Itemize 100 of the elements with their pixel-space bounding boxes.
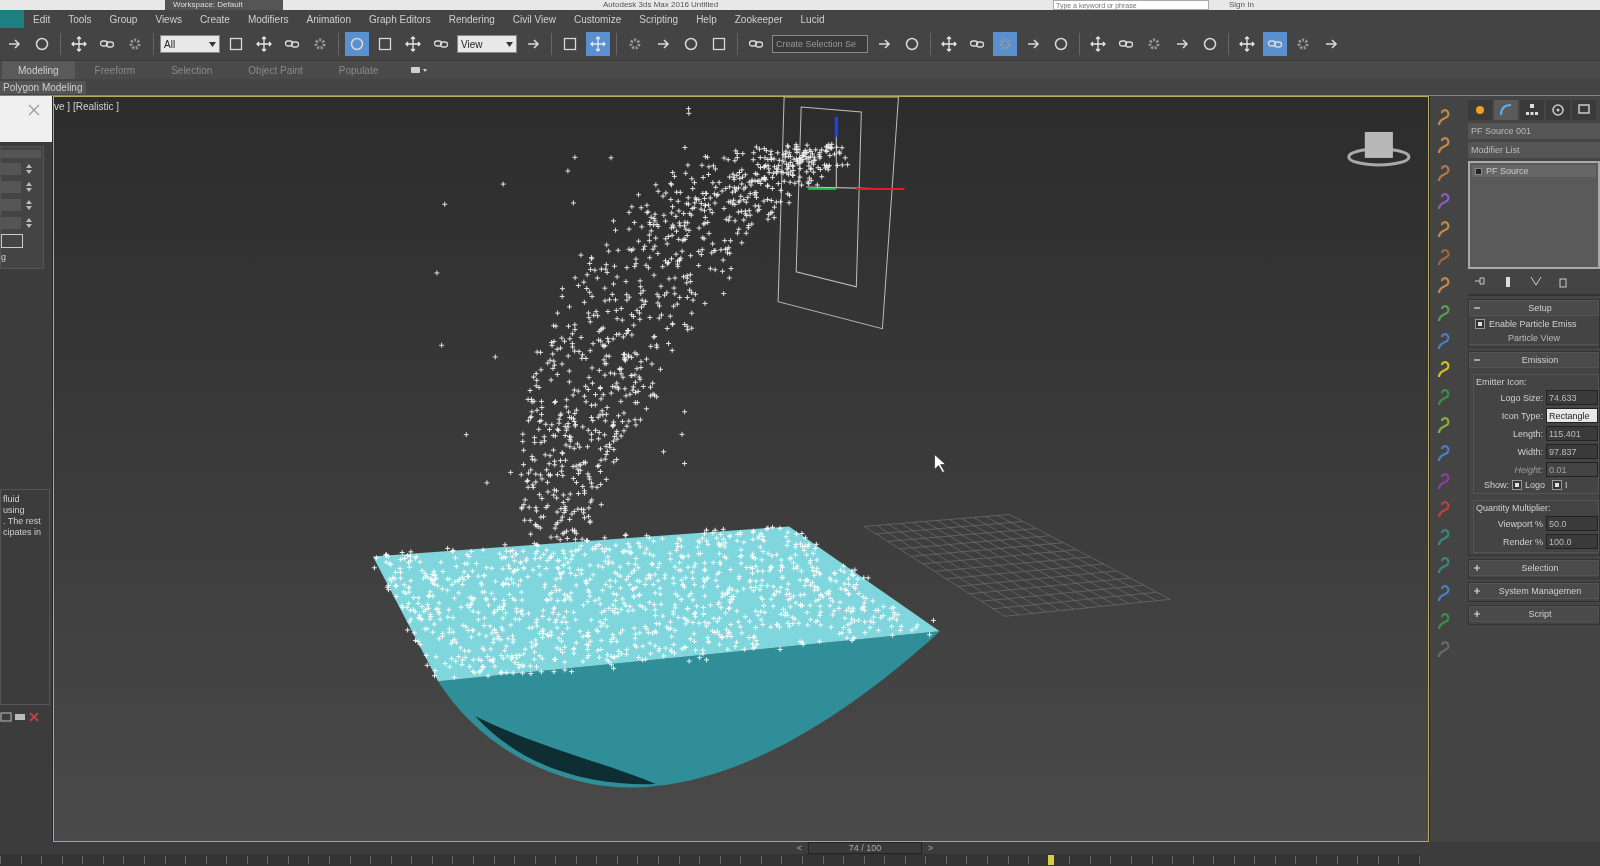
monitor-icon bbox=[1578, 104, 1590, 116]
next-frame-button[interactable]: > bbox=[924, 842, 938, 854]
description-line: using bbox=[3, 505, 26, 516]
move-arrows-icon bbox=[590, 36, 606, 52]
menu-item[interactable]: Views bbox=[146, 13, 191, 25]
move-arrows-icon bbox=[71, 36, 87, 52]
group-title: Quantity Multiplier: bbox=[1476, 503, 1552, 513]
spinner-arrows-icon[interactable] bbox=[25, 216, 33, 230]
rollout-title: Selection bbox=[1520, 563, 1560, 573]
toolbar-dropdown[interactable]: View bbox=[457, 35, 517, 53]
menu-item[interactable]: Edit bbox=[24, 13, 60, 25]
enable-checkbox[interactable]: Enable Particle Emiss bbox=[1469, 319, 1599, 329]
caret-icon bbox=[209, 41, 216, 47]
particle-view-button[interactable]: Particle View bbox=[1469, 332, 1599, 345]
field-label: Icon Type: bbox=[1501, 410, 1543, 421]
circle-icon bbox=[683, 36, 699, 52]
square-icon bbox=[562, 36, 578, 52]
close-icon[interactable] bbox=[28, 104, 40, 116]
circle-icon bbox=[1053, 36, 1069, 52]
move-arrows-icon bbox=[941, 36, 957, 52]
hierarchy-icon bbox=[1526, 104, 1538, 116]
rollout-header[interactable]: Script bbox=[1469, 606, 1599, 622]
rollout-header[interactable]: Setup bbox=[1469, 300, 1599, 316]
field-label: Show: bbox=[1484, 480, 1509, 490]
command-panel-tab[interactable] bbox=[1520, 100, 1544, 120]
menu-item[interactable]: Graph Editors bbox=[359, 13, 440, 25]
ribbon-panel-label[interactable]: Polygon Modeling bbox=[0, 80, 86, 94]
modifier-list-dropdown[interactable]: Modifier List bbox=[1468, 142, 1600, 158]
menu-item[interactable]: Zookeeper bbox=[725, 13, 792, 25]
square-icon bbox=[377, 36, 393, 52]
move-arrows-icon bbox=[405, 36, 421, 52]
menu-item[interactable]: Help bbox=[687, 13, 726, 25]
menu-item[interactable]: Civil View bbox=[503, 13, 565, 25]
ribbon-tab[interactable]: Modeling bbox=[2, 61, 75, 79]
previous-frame-button[interactable]: < bbox=[792, 842, 806, 854]
menu-item[interactable]: Modifiers bbox=[238, 13, 298, 25]
icon-type-dropdown[interactable]: Rectangle bbox=[1546, 408, 1598, 423]
curve-icon bbox=[1500, 104, 1512, 116]
menu-item[interactable]: Tools bbox=[59, 13, 101, 25]
text-field[interactable] bbox=[1, 234, 23, 248]
timeline-track[interactable] bbox=[0, 854, 1420, 866]
spinner-arrows-icon[interactable] bbox=[25, 162, 33, 176]
menu-item[interactable]: Customize bbox=[565, 13, 631, 25]
ribbon-options-icon[interactable] bbox=[410, 65, 429, 75]
spinner-field[interactable]: 115.401 bbox=[1546, 426, 1598, 441]
spinner-field[interactable]: 100.0 bbox=[1546, 534, 1598, 549]
rollout-title: System Managemen bbox=[1497, 586, 1583, 596]
checkbox-label: Enable Particle Emiss bbox=[1489, 319, 1577, 329]
checkbox[interactable] bbox=[1512, 480, 1522, 490]
view-cube-icon[interactable] bbox=[1347, 131, 1411, 167]
menu-item[interactable]: Scripting bbox=[630, 13, 688, 25]
disc-icon bbox=[1552, 104, 1564, 116]
description-line: cipates in bbox=[3, 527, 43, 538]
command-panel-tab[interactable] bbox=[1546, 100, 1570, 120]
caret-icon bbox=[506, 41, 513, 47]
spinner-arrows-icon[interactable] bbox=[25, 198, 33, 212]
spinner-field[interactable]: 97.837 bbox=[1546, 444, 1598, 459]
window-icon[interactable] bbox=[0, 711, 12, 723]
square-icon bbox=[228, 36, 244, 52]
field-label: Length: bbox=[1512, 428, 1543, 439]
menu-item[interactable]: Group bbox=[100, 13, 147, 25]
window-title: Autodesk 3ds Max 2016 Untitled bbox=[603, 0, 720, 10]
rollout-header[interactable]: System Managemen bbox=[1469, 583, 1599, 599]
menu-item[interactable]: Rendering bbox=[439, 13, 504, 25]
spinner-arrows-icon[interactable] bbox=[25, 180, 33, 194]
toolbar-dropdown[interactable]: All bbox=[160, 35, 220, 53]
menu-item[interactable]: Create bbox=[190, 13, 239, 25]
checkbox[interactable] bbox=[1552, 480, 1563, 490]
move-arrows-icon bbox=[256, 36, 272, 52]
selection-set-field[interactable]: Create Selection Se bbox=[772, 35, 868, 53]
rollout-title: Script bbox=[1527, 609, 1553, 619]
object-name-field[interactable]: PF Source 001 bbox=[1468, 123, 1600, 139]
command-panel-tab[interactable] bbox=[1468, 100, 1492, 120]
checkbox[interactable] bbox=[1475, 319, 1485, 329]
rollout-header[interactable]: Selection bbox=[1469, 560, 1599, 576]
spinner-field[interactable]: 74.633 bbox=[1546, 390, 1598, 405]
group-title: Emitter Icon: bbox=[1476, 377, 1528, 387]
field-label: Render % bbox=[1502, 536, 1543, 547]
time-slider-thumb[interactable] bbox=[1047, 855, 1054, 865]
checkbox-label: I bbox=[1565, 480, 1568, 490]
viewport-label[interactable]: ve ] [Realistic ] bbox=[54, 101, 120, 112]
frame-counter[interactable]: 74 / 100 bbox=[808, 842, 922, 854]
move-arrows-icon bbox=[1239, 36, 1255, 52]
sun-icon bbox=[1474, 104, 1486, 116]
checkbox-label: Logo bbox=[1525, 480, 1546, 490]
command-panel-tab[interactable] bbox=[1572, 100, 1596, 120]
sign-in-link[interactable]: Sign In bbox=[1229, 0, 1254, 10]
window-icon[interactable] bbox=[14, 711, 26, 723]
menu-item[interactable]: Animation bbox=[297, 13, 360, 25]
workspace-dropdown[interactable]: Workspace: Default bbox=[165, 0, 283, 10]
viewport[interactable]: ve ] [Realistic ] bbox=[53, 96, 1429, 842]
description-line: . The rest bbox=[3, 516, 42, 527]
field-label: Logo Size: bbox=[1500, 392, 1543, 403]
spinner-field[interactable]: 50.0 bbox=[1546, 516, 1598, 531]
rollout-header[interactable]: Emission bbox=[1469, 352, 1599, 368]
menu-item[interactable]: Lucid bbox=[791, 13, 834, 25]
circle-icon bbox=[1202, 36, 1218, 52]
option-label: g bbox=[1, 252, 7, 262]
rollout-title: Emission bbox=[1520, 355, 1560, 365]
modifier-stack-item[interactable]: PF Source bbox=[1472, 165, 1596, 177]
